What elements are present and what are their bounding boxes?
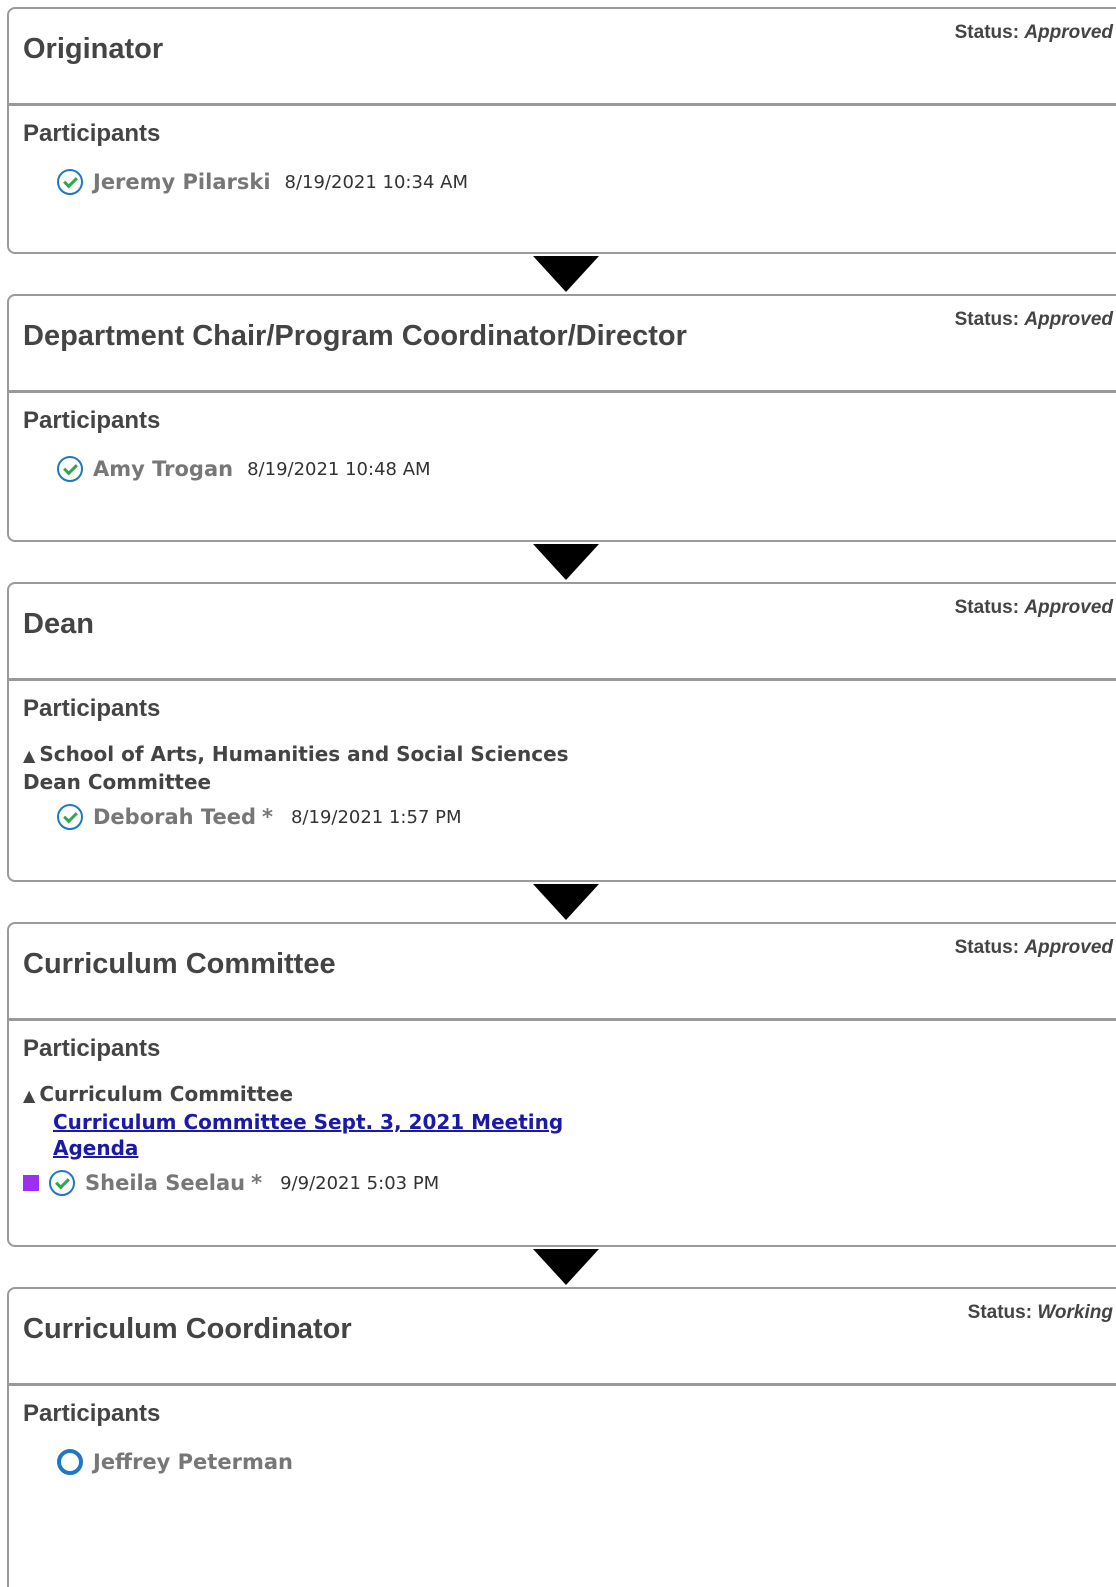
workflow-step-dean: Dean Status: Approved Participants ▲ Scho… bbox=[7, 582, 1116, 882]
step-arrow bbox=[7, 882, 1116, 922]
workflow-step-department-chair: Department Chair/Program Coordinator/Dir… bbox=[7, 294, 1116, 542]
status-badge: Status: Working bbox=[967, 1302, 1113, 1323]
participants-label: Participants bbox=[23, 695, 161, 722]
collapse-triangle-icon[interactable]: ▲ bbox=[23, 1086, 35, 1105]
participant-timestamp: 8/19/2021 1:57 PM bbox=[290, 806, 462, 828]
step-header: Dean Status: Approved bbox=[9, 584, 1116, 681]
down-arrow-icon bbox=[533, 1249, 599, 1285]
step-title: Department Chair/Program Coordinator/Dir… bbox=[23, 320, 687, 352]
group-name-line2: Dean Committee bbox=[23, 770, 212, 794]
participant-group[interactable]: ▲ Curriculum Committee Curriculum Committ… bbox=[23, 1081, 1116, 1161]
group-name: School of Arts, Humanities and Social Sc… bbox=[39, 742, 569, 766]
status-badge: Status: Approved bbox=[954, 597, 1113, 618]
workflow-timeline: Originator Status: Approved Participants… bbox=[7, 7, 1116, 1587]
participants-label: Participants bbox=[23, 407, 161, 434]
participants-label: Participants bbox=[23, 1035, 161, 1062]
meeting-agenda-link[interactable]: Curriculum Committee Sept. 3, 2021 Meeti… bbox=[53, 1109, 1116, 1161]
status-badge: Status: Approved bbox=[954, 309, 1113, 330]
collapse-triangle-icon[interactable]: ▲ bbox=[23, 746, 35, 765]
step-body: Participants Jeffrey Peterman bbox=[9, 1386, 1116, 1496]
participants-label: Participants bbox=[23, 120, 161, 147]
workflow-step-curriculum-committee: Curriculum Committee Status: Approved Pa… bbox=[7, 922, 1116, 1247]
status-badge: Status: Approved bbox=[954, 937, 1113, 958]
participant-timestamp: 9/9/2021 5:03 PM bbox=[280, 1172, 440, 1194]
down-arrow-icon bbox=[533, 884, 599, 920]
participant-row: Sheila Seelau * 9/9/2021 5:03 PM bbox=[23, 1167, 1116, 1199]
approved-check-icon bbox=[57, 456, 83, 482]
step-body: Participants ▲ School of Arts, Humanities… bbox=[9, 681, 1116, 851]
participant-row: Jeremy Pilarski 8/19/2021 10:34 AM bbox=[23, 166, 1116, 198]
asterisk-marker: * bbox=[261, 805, 273, 829]
down-arrow-icon bbox=[533, 256, 599, 292]
step-arrow bbox=[7, 1247, 1116, 1287]
step-body: Participants ▲ Curriculum Committee Curri… bbox=[9, 1021, 1116, 1217]
step-title: Dean bbox=[23, 608, 94, 640]
step-title: Curriculum Committee bbox=[23, 948, 336, 980]
step-title: Curriculum Coordinator bbox=[23, 1313, 352, 1345]
group-name: Curriculum Committee bbox=[39, 1082, 294, 1106]
participant-name[interactable]: Amy Trogan bbox=[93, 457, 233, 481]
purple-marker-icon bbox=[23, 1175, 39, 1191]
approved-check-icon bbox=[49, 1170, 75, 1196]
participant-row: Jeffrey Peterman bbox=[23, 1446, 1116, 1478]
workflow-step-originator: Originator Status: Approved Participants… bbox=[7, 7, 1116, 254]
participants-label: Participants bbox=[23, 1400, 161, 1427]
step-arrow bbox=[7, 254, 1116, 294]
step-body: Participants Amy Trogan 8/19/2021 10:48 … bbox=[9, 393, 1116, 503]
approved-check-icon bbox=[57, 169, 83, 195]
participant-name[interactable]: Deborah Teed bbox=[93, 805, 256, 829]
participant-name[interactable]: Sheila Seelau bbox=[85, 1171, 245, 1195]
step-body: Participants Jeremy Pilarski 8/19/2021 1… bbox=[9, 106, 1116, 216]
participant-group[interactable]: ▲ School of Arts, Humanities and Social S… bbox=[23, 741, 1116, 795]
participant-row: Deborah Teed * 8/19/2021 1:57 PM bbox=[23, 801, 1116, 833]
step-header: Curriculum Committee Status: Approved bbox=[9, 924, 1116, 1021]
participant-timestamp: 8/19/2021 10:34 AM bbox=[284, 171, 468, 193]
step-header: Department Chair/Program Coordinator/Dir… bbox=[9, 296, 1116, 393]
step-arrow bbox=[7, 542, 1116, 582]
step-header: Originator Status: Approved bbox=[9, 9, 1116, 106]
status-badge: Status: Approved bbox=[954, 22, 1113, 43]
participant-timestamp: 8/19/2021 10:48 AM bbox=[247, 458, 431, 480]
down-arrow-icon bbox=[533, 544, 599, 580]
step-header: Curriculum Coordinator Status: Working bbox=[9, 1289, 1116, 1386]
step-title: Originator bbox=[23, 33, 164, 65]
workflow-step-curriculum-coordinator: Curriculum Coordinator Status: Working P… bbox=[7, 1287, 1116, 1587]
participant-name[interactable]: Jeremy Pilarski bbox=[93, 170, 271, 194]
participant-name[interactable]: Jeffrey Peterman bbox=[93, 1450, 293, 1474]
asterisk-marker: * bbox=[251, 1171, 263, 1195]
pending-circle-icon bbox=[57, 1449, 83, 1475]
approved-check-icon bbox=[57, 804, 83, 830]
participant-row: Amy Trogan 8/19/2021 10:48 AM bbox=[23, 453, 1116, 485]
